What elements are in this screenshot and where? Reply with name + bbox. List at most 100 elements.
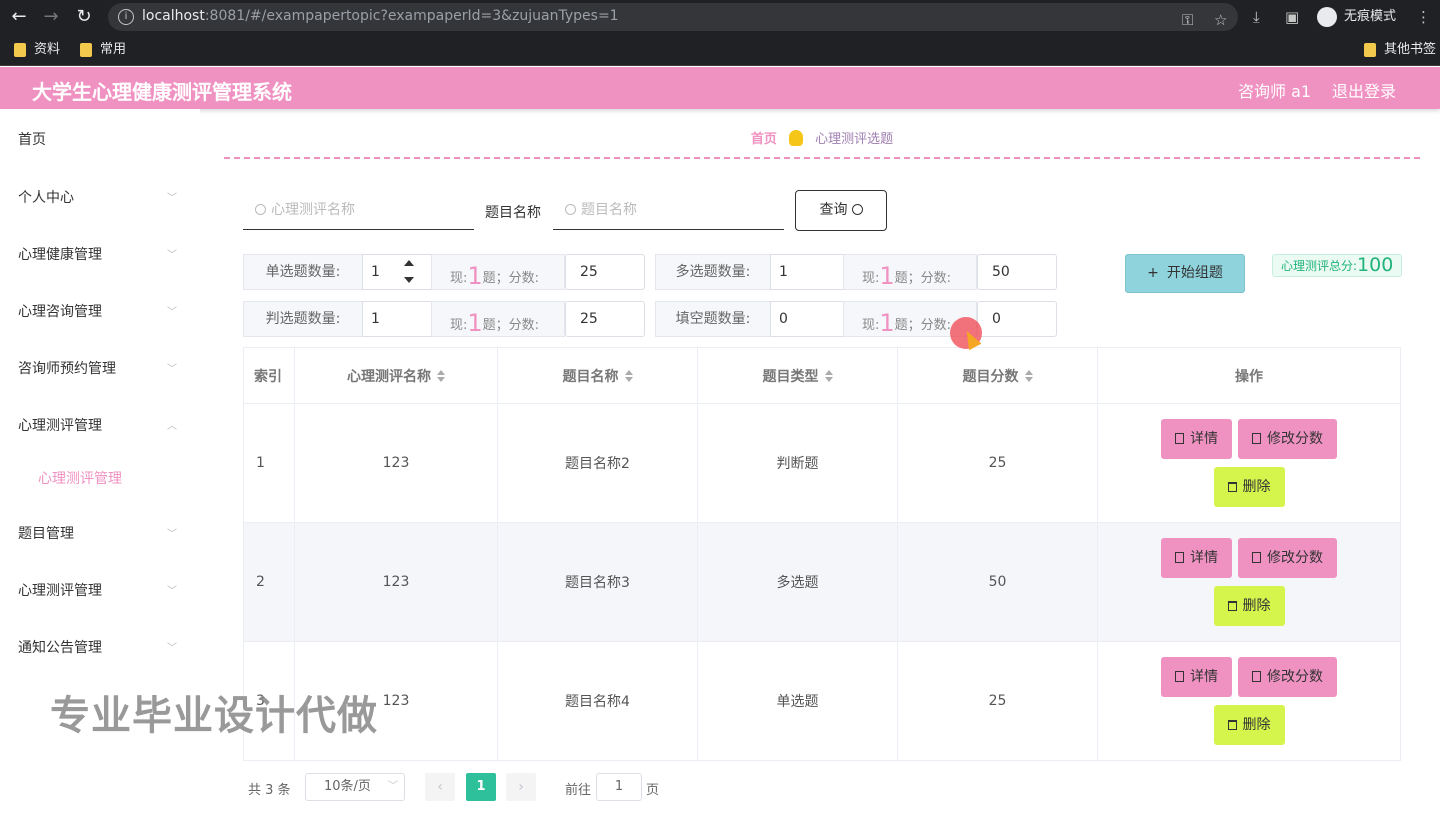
incognito-badge[interactable]: 无痕模式 bbox=[1314, 4, 1406, 30]
cell-title: 题目名称3 bbox=[497, 522, 698, 642]
multi-count-input[interactable]: 1 bbox=[770, 254, 844, 290]
col-type[interactable]: 题目类型 bbox=[697, 347, 898, 404]
sidebar-subitem-assessment[interactable]: 心理测评管理 bbox=[38, 468, 122, 488]
increase-icon[interactable] bbox=[404, 260, 414, 266]
sort-icon[interactable] bbox=[624, 369, 633, 382]
download-icon[interactable]: ⤓ bbox=[1253, 6, 1260, 28]
logout-button[interactable]: 退出登录 bbox=[1332, 78, 1396, 102]
judge-count-input[interactable]: 1 bbox=[362, 301, 432, 337]
url-text: localhost:8081/#/exampapertopic?exampape… bbox=[142, 8, 619, 24]
edit-icon bbox=[1252, 433, 1261, 444]
breadcrumb: 首页 心理测评选题 bbox=[224, 128, 1420, 147]
detail-button[interactable]: 详情 bbox=[1161, 538, 1232, 578]
sidebar-item-notice[interactable]: 通知公告管理 bbox=[18, 637, 102, 657]
sort-icon[interactable] bbox=[1024, 369, 1033, 382]
info-icon[interactable]: i bbox=[118, 9, 134, 25]
sidebar-item-appointment[interactable]: 咨询师预约管理 bbox=[18, 358, 116, 378]
divider bbox=[224, 157, 1420, 159]
incognito-icon bbox=[1317, 7, 1337, 27]
col-title[interactable]: 题目名称 bbox=[497, 347, 698, 404]
trash-icon bbox=[1227, 720, 1237, 730]
next-page-button[interactable]: › bbox=[506, 773, 536, 801]
breadcrumb-home[interactable]: 首页 bbox=[751, 132, 777, 147]
stepper-buttons[interactable] bbox=[398, 255, 420, 289]
sidebar-item-consult[interactable]: 心理咨询管理 bbox=[18, 301, 102, 321]
title-label: 题目名称 bbox=[485, 205, 541, 221]
assessment-name-input[interactable] bbox=[243, 190, 474, 230]
forward-icon[interactable]: → bbox=[40, 6, 62, 28]
page-number-current[interactable]: 1 bbox=[466, 773, 496, 801]
trash-icon bbox=[1227, 482, 1237, 492]
cell-score: 25 bbox=[897, 641, 1098, 761]
app-title: 大学生心理健康测评管理系统 bbox=[32, 80, 292, 104]
multi-score-input[interactable]: 50 bbox=[977, 254, 1057, 290]
prev-page-button[interactable]: ‹ bbox=[425, 773, 455, 801]
single-count-stepper[interactable]: 1 bbox=[362, 254, 432, 290]
goto-page-input[interactable]: 1 bbox=[596, 773, 642, 801]
sort-icon[interactable] bbox=[437, 369, 445, 382]
cell-type: 判断题 bbox=[697, 403, 898, 523]
bookmark-folder[interactable]: 资料 bbox=[14, 41, 60, 59]
cell-index: 1 bbox=[243, 403, 295, 523]
star-icon[interactable]: ☆ bbox=[1214, 9, 1227, 31]
title-name-input[interactable] bbox=[553, 190, 784, 230]
page-size-select[interactable]: 10条/页 ﹀ bbox=[305, 773, 405, 801]
back-icon[interactable]: ← bbox=[8, 6, 30, 28]
bookmark-folder[interactable]: 常用 bbox=[80, 41, 126, 59]
other-bookmarks[interactable]: 其他书签 bbox=[1364, 41, 1436, 59]
chevron-down-icon: ﹀ bbox=[167, 193, 177, 204]
cell-actions: 详情 修改分数 删除 bbox=[1097, 403, 1401, 523]
decrease-icon[interactable] bbox=[404, 277, 414, 283]
fill-score-input[interactable]: 0 bbox=[977, 301, 1057, 337]
col-assessment-name[interactable]: 心理测评名称 bbox=[294, 347, 498, 404]
chevron-down-icon: ﹀ bbox=[167, 364, 177, 375]
total-score-badge: 心理测评总分:100 bbox=[1272, 254, 1403, 277]
menu-dots-icon[interactable]: ⋮ bbox=[1416, 6, 1431, 28]
cell-title: 题目名称4 bbox=[497, 641, 698, 761]
judge-score-input[interactable]: 25 bbox=[565, 301, 645, 337]
sidebar-item-questions[interactable]: 题目管理 bbox=[18, 523, 74, 543]
col-actions: 操作 bbox=[1097, 347, 1401, 404]
edit-score-button[interactable]: 修改分数 bbox=[1238, 419, 1337, 459]
document-icon bbox=[1175, 433, 1184, 444]
cell-assessment-name: 123 bbox=[294, 403, 498, 523]
chevron-down-icon: ﹀ bbox=[167, 307, 177, 318]
fill-count-input[interactable]: 0 bbox=[770, 301, 844, 337]
single-now: 现:1题；分数: bbox=[431, 254, 565, 290]
detail-button[interactable]: 详情 bbox=[1161, 419, 1232, 459]
cell-assessment-name: 123 bbox=[294, 522, 498, 642]
delete-button[interactable]: 删除 bbox=[1213, 705, 1285, 745]
bookmarks-bar: 资料 常用 其他书签 bbox=[0, 34, 1440, 66]
detail-button[interactable]: 详情 bbox=[1161, 657, 1232, 697]
single-count-label: 单选题数量: bbox=[243, 254, 363, 290]
query-button[interactable]: 查询 bbox=[795, 190, 887, 231]
sidebar-item-home[interactable]: 首页 bbox=[18, 129, 46, 149]
sidebar-item-assessment[interactable]: 心理测评管理 bbox=[18, 415, 102, 435]
folder-icon bbox=[80, 43, 92, 57]
single-score-input[interactable]: 25 bbox=[565, 254, 645, 290]
browser-toolbar: ← → ↻ i localhost:8081/#/exampapertopic?… bbox=[0, 0, 1440, 34]
multi-count-label: 多选题数量: bbox=[655, 254, 771, 290]
key-icon[interactable]: ⚿ bbox=[1182, 9, 1193, 31]
reload-icon[interactable]: ↻ bbox=[73, 6, 95, 28]
start-compose-button[interactable]: + 开始组题 bbox=[1125, 254, 1245, 293]
document-icon bbox=[1175, 671, 1184, 682]
edit-score-button[interactable]: 修改分数 bbox=[1238, 657, 1337, 697]
edit-icon bbox=[1252, 552, 1261, 563]
sidepanel-icon[interactable]: ▣ bbox=[1285, 6, 1299, 28]
edit-score-button[interactable]: 修改分数 bbox=[1238, 538, 1337, 578]
cell-actions: 详情 修改分数 删除 bbox=[1097, 641, 1401, 761]
watermark-text: 专业毕业设计代做 bbox=[50, 693, 378, 739]
judge-now: 现:1题；分数: bbox=[431, 301, 565, 337]
edit-icon bbox=[1252, 671, 1261, 682]
table-header-row: 索引 心理测评名称 题目名称 题目类型 题目分数 操作 bbox=[243, 347, 1401, 404]
cell-score: 25 bbox=[897, 403, 1098, 523]
col-score[interactable]: 题目分数 bbox=[897, 347, 1098, 404]
sort-icon[interactable] bbox=[824, 369, 833, 382]
delete-button[interactable]: 删除 bbox=[1213, 586, 1285, 626]
address-bar[interactable]: i localhost:8081/#/exampapertopic?exampa… bbox=[108, 3, 1238, 31]
sidebar-item-health[interactable]: 心理健康管理 bbox=[18, 244, 102, 264]
sidebar-item-personal[interactable]: 个人中心 bbox=[18, 187, 74, 207]
delete-button[interactable]: 删除 bbox=[1213, 467, 1285, 507]
sidebar-item-assessment-2[interactable]: 心理测评管理 bbox=[18, 580, 102, 600]
